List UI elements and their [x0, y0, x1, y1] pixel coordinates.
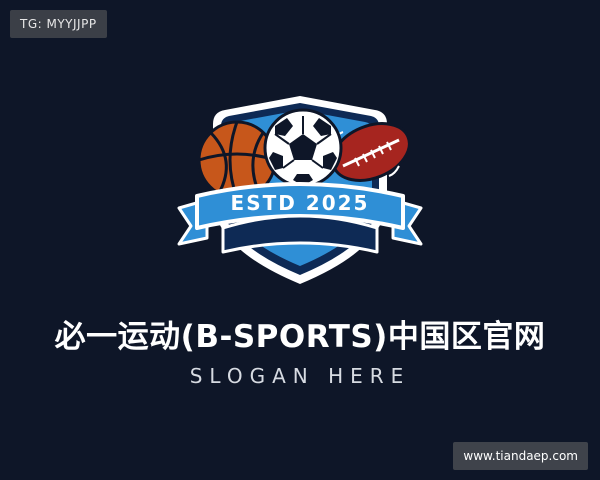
- url-badge: www.tiandaep.com: [453, 442, 588, 470]
- sports-shield-emblem: ESTD 2025: [177, 96, 423, 284]
- estd-banner: ESTD 2025: [177, 182, 423, 254]
- tag-badge: TG: MYYJJPP: [10, 10, 107, 38]
- soccer-ball-icon: [263, 108, 343, 188]
- page-title: 必一运动(B-SPORTS)中国区官网: [54, 319, 546, 355]
- banner-text: ESTD 2025: [231, 191, 370, 215]
- slogan: SLOGAN HERE: [189, 364, 411, 388]
